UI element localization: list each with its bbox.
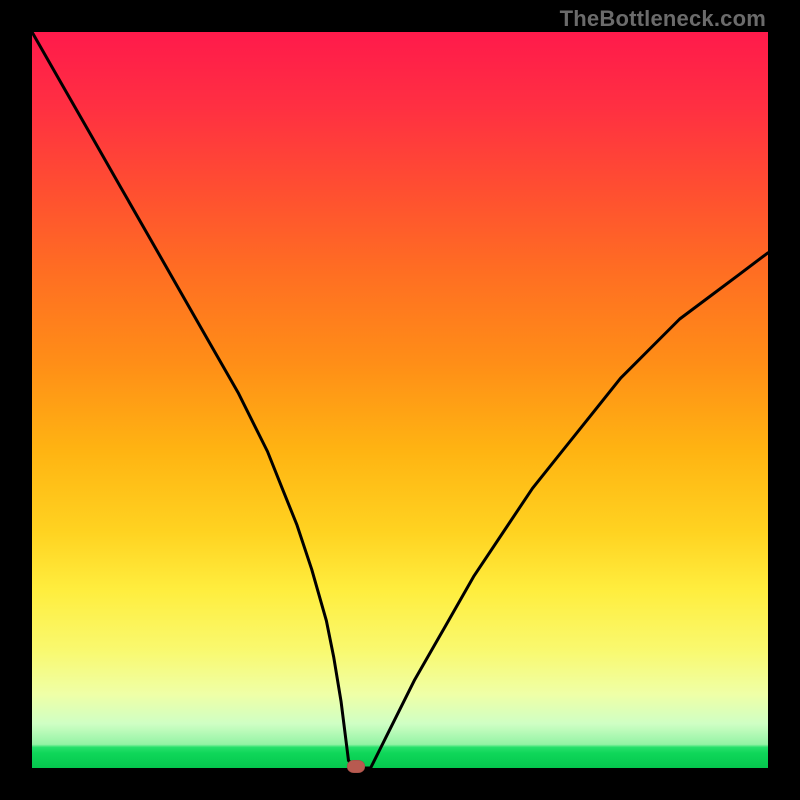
bottleneck-curve — [32, 32, 768, 768]
curve-svg — [32, 32, 768, 768]
optimal-point-marker — [347, 760, 365, 773]
plot-area — [32, 32, 768, 768]
chart-frame: TheBottleneck.com — [0, 0, 800, 800]
watermark-text: TheBottleneck.com — [560, 6, 766, 32]
